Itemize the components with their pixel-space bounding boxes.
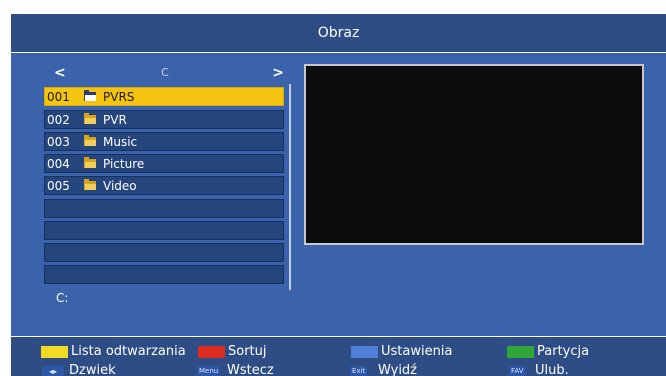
file-list-item[interactable]: 002 PVR (44, 110, 284, 129)
folder-icon (84, 157, 96, 168)
footer-bar: Lista odtwarzania Sortuj Ustawienia Part… (11, 337, 666, 376)
item-name: Video (103, 179, 137, 193)
red-key-icon (198, 346, 225, 358)
partition-label: Partycja (537, 344, 590, 359)
chevron-right-icon[interactable]: > (272, 64, 284, 82)
empty-list-row (44, 265, 284, 284)
item-number: 003 (47, 135, 70, 149)
folder-icon (84, 179, 96, 190)
file-list-item[interactable]: 005 Video (44, 176, 284, 195)
sort-label: Sortuj (228, 344, 267, 359)
back-label: Wstecz (227, 363, 274, 376)
yellow-key-icon (41, 346, 68, 358)
item-name: Music (103, 135, 138, 149)
blue-key-icon (351, 346, 378, 358)
empty-list-row (44, 221, 284, 240)
empty-list-row (44, 199, 284, 218)
item-name: PVR (103, 113, 127, 127)
file-list-item[interactable]: 001 PVRS (44, 87, 284, 106)
file-list-item[interactable]: 003 Music (44, 132, 284, 151)
file-list-item[interactable]: 004 Picture (44, 154, 284, 173)
drive-selector[interactable]: < C > (44, 64, 286, 82)
exit-label: Wyidź (378, 363, 418, 376)
image-preview (304, 64, 644, 245)
empty-list-row (44, 243, 284, 262)
item-name: PVRS (103, 90, 135, 104)
folder-icon (84, 113, 96, 124)
folder-icon (84, 135, 96, 146)
item-number: 005 (47, 179, 70, 193)
exit-key-icon: Exit (350, 366, 368, 376)
item-name: Picture (103, 157, 145, 171)
settings-label: Ustawienia (381, 344, 453, 359)
favorite-label: Ulub. (535, 363, 569, 376)
list-scrollbar[interactable] (289, 84, 291, 290)
page-title: Obraz (317, 25, 360, 41)
playlist-label: Lista odtwarzania (71, 344, 186, 359)
sound-label: Dzwiek (69, 363, 116, 376)
folder-icon (84, 90, 96, 101)
drive-label: C (161, 66, 169, 79)
header-bar: Obraz (11, 14, 666, 52)
left-right-key-icon: ◂▸ (42, 366, 64, 376)
item-number: 001 (47, 90, 70, 104)
green-key-icon (507, 346, 534, 358)
item-number: 002 (47, 113, 70, 127)
current-path: C: (56, 291, 69, 305)
menu-key-icon: Menu (197, 366, 221, 376)
item-number: 004 (47, 157, 70, 171)
fav-key-icon: FAV (509, 366, 526, 376)
media-player-screen: Obraz < C > 001 PVRS 002 PVR 003 Music 0… (0, 0, 666, 376)
